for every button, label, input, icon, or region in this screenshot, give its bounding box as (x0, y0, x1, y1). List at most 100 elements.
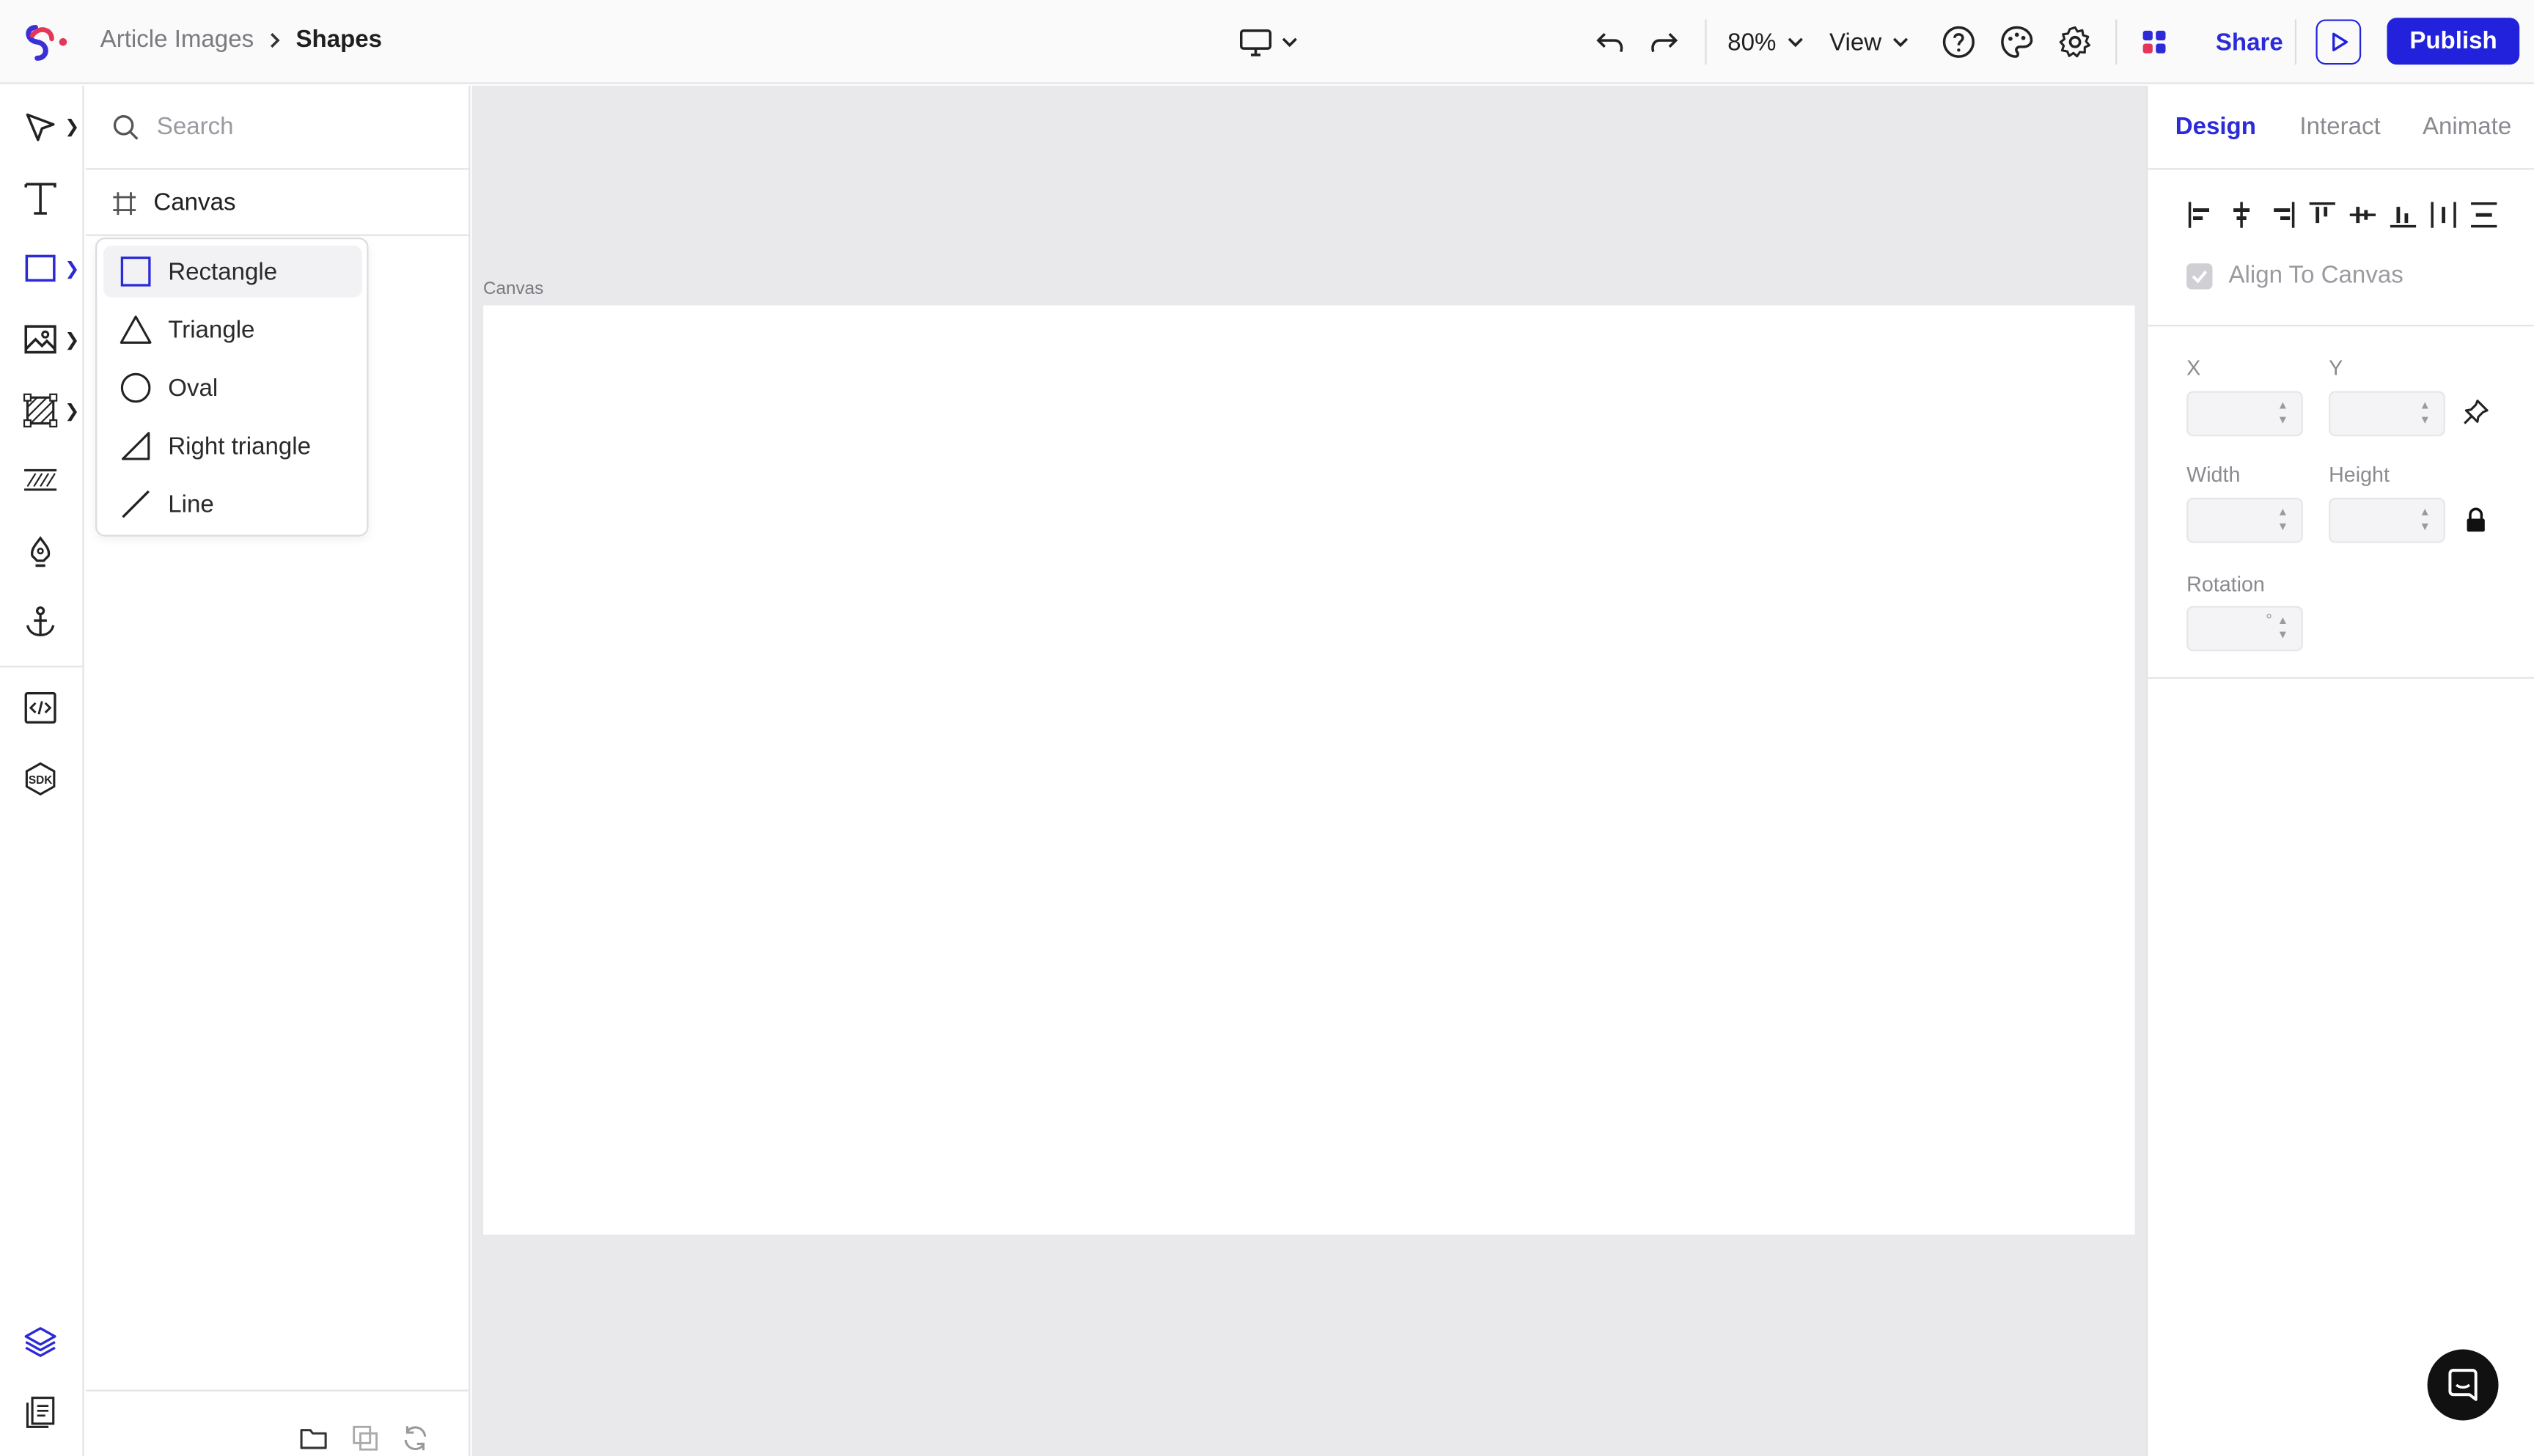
device-preview-dropdown[interactable] (1235, 19, 1303, 65)
shape-tool-button[interactable] (23, 251, 65, 290)
settings-button[interactable] (2057, 19, 2093, 65)
menu-item-label: Line (168, 490, 214, 518)
artboard[interactable] (483, 305, 2135, 1235)
stepper-arrows-icon[interactable]: ▲ ▼ (2420, 399, 2431, 428)
height-label: Height (2329, 462, 2390, 487)
stepper-arrows-icon[interactable]: ▲ ▼ (2277, 614, 2288, 644)
tab-design[interactable]: Design (2175, 113, 2256, 140)
distribute-h-button[interactable] (2429, 200, 2458, 229)
svg-text:SDK: SDK (29, 774, 53, 787)
rectangle-icon (120, 255, 152, 287)
menu-item-line[interactable]: Line (103, 478, 362, 530)
layer-row[interactable]: Canvas (85, 172, 471, 236)
align-left-button[interactable] (2186, 200, 2216, 229)
stepper-arrows-icon[interactable]: ▲ ▼ (2420, 506, 2431, 535)
checkmark-icon (2190, 266, 2209, 285)
align-left-icon (2186, 200, 2216, 229)
artboard-label[interactable]: Canvas (483, 279, 543, 298)
chevron-right-icon: ❯ (65, 260, 80, 280)
align-right-button[interactable] (2267, 200, 2296, 229)
pin-icon (2461, 397, 2491, 427)
breadcrumb-parent[interactable]: Article Images (100, 26, 254, 53)
stepper-arrows-icon[interactable]: ▲ ▼ (2277, 399, 2288, 428)
width-input[interactable]: ▲ ▼ (2186, 497, 2303, 543)
y-input[interactable]: ▲ ▼ (2329, 391, 2445, 437)
aspect-lock-button[interactable] (2464, 506, 2487, 535)
palette-icon (1999, 24, 2034, 59)
breadcrumb: Article Images Shapes (100, 26, 382, 53)
desktop-icon (1238, 26, 1273, 58)
layers-footer (85, 1389, 471, 1456)
menu-item-oval[interactable]: Oval (103, 362, 362, 414)
canvas-workspace[interactable]: Canvas (471, 85, 2147, 1456)
tab-animate[interactable]: Animate (2423, 113, 2511, 140)
view-dropdown[interactable]: View (1829, 27, 1911, 56)
chevron-right-icon: ❯ (65, 117, 80, 138)
sdk-icon: SDK (23, 761, 58, 796)
distribute-horizontal-icon (2429, 200, 2458, 229)
share-button[interactable]: Share (2216, 26, 2283, 58)
chat-support-button[interactable] (2427, 1349, 2499, 1421)
properties-panel: Design Interact Animate Align To Canvas … (2146, 85, 2534, 1456)
triangle-icon (120, 314, 152, 346)
distribute-v-button[interactable] (2469, 200, 2499, 229)
menu-item-right-triangle[interactable]: Right triangle (103, 420, 362, 472)
align-to-canvas-option[interactable]: Align To Canvas (2186, 262, 2403, 290)
align-middle-v-button[interactable] (2348, 200, 2378, 229)
rotation-input[interactable]: ° ▲ ▼ (2186, 606, 2303, 652)
hatch-tool-button[interactable] (23, 464, 65, 503)
chevron-down-icon (1280, 34, 1299, 50)
x-input[interactable]: ▲ ▼ (2186, 391, 2303, 437)
refresh-icon (401, 1424, 430, 1453)
layers-panel-button[interactable] (23, 1323, 65, 1362)
oval-icon (120, 372, 152, 404)
rail-divider (0, 666, 84, 668)
menu-item-rectangle[interactable]: Rectangle (103, 246, 362, 298)
apps-button[interactable] (2137, 19, 2172, 65)
search-input[interactable] (156, 113, 448, 141)
layers-icon (23, 1323, 58, 1358)
image-icon (23, 322, 58, 357)
align-top-button[interactable] (2307, 200, 2337, 229)
right-triangle-icon (120, 430, 152, 462)
section-divider (2148, 677, 2534, 679)
redo-button[interactable] (1645, 19, 1681, 65)
app-logo[interactable] (23, 19, 71, 65)
menu-item-label: Right triangle (168, 432, 312, 460)
height-input[interactable]: ▲ ▼ (2329, 497, 2445, 543)
menu-item-label: Oval (168, 374, 218, 402)
distribute-vertical-icon (2469, 200, 2499, 229)
help-button[interactable] (1941, 19, 1976, 65)
menu-item-triangle[interactable]: Triangle (103, 304, 362, 356)
frame-tool-button[interactable] (23, 393, 65, 432)
hatched-frame-icon (23, 393, 58, 428)
pages-panel-button[interactable] (23, 1394, 65, 1433)
properties-tabs: Design Interact Animate (2148, 86, 2534, 170)
undo-button[interactable] (1593, 19, 1628, 65)
align-center-h-button[interactable] (2227, 200, 2256, 229)
pages-icon (23, 1394, 58, 1430)
select-tool-button[interactable] (23, 110, 65, 149)
image-tool-button[interactable] (23, 322, 65, 361)
pen-tool-button[interactable] (23, 535, 65, 574)
text-tool-button[interactable] (23, 180, 65, 218)
app-window: Article Images Shapes 80% View Share Pub… (0, 0, 2534, 1456)
align-bottom-button[interactable] (2389, 200, 2418, 229)
sdk-button[interactable]: SDK (23, 761, 65, 800)
code-embed-button[interactable] (23, 690, 65, 729)
pin-button[interactable] (2461, 397, 2491, 427)
zoom-dropdown[interactable]: 80% (1727, 27, 1805, 56)
anchor-tool-button[interactable] (23, 604, 65, 643)
theme-button[interactable] (1999, 19, 2034, 65)
preview-button[interactable] (2316, 19, 2362, 65)
publish-button[interactable]: Publish (2387, 18, 2520, 65)
top-toolbar: Article Images Shapes 80% View Share Pub… (0, 0, 2534, 84)
stepper-arrows-icon[interactable]: ▲ ▼ (2277, 506, 2288, 535)
tab-interact[interactable]: Interact (2299, 113, 2380, 140)
align-to-canvas-checkbox[interactable] (2186, 262, 2213, 289)
zoom-level: 80% (1727, 28, 1777, 56)
toolbar-divider (2115, 19, 2118, 65)
toolbar-divider (2294, 19, 2297, 65)
chevron-right-icon: ❯ (65, 331, 80, 351)
help-icon (1941, 24, 1976, 59)
